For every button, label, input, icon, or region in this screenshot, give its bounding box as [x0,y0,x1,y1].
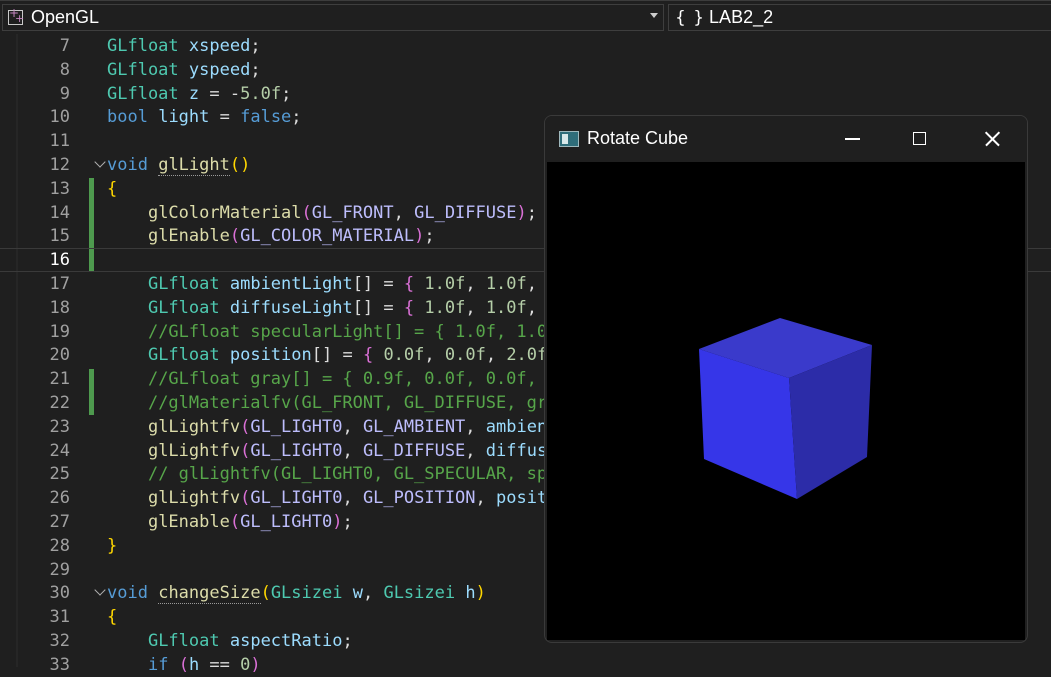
line-number: 22 [49,393,70,413]
line-number: 7 [59,36,70,56]
code-text: GLfloat diffuseLight[] = { 1.0f, 1.0f, [147,297,538,318]
code-text: glLightfv(GL_LIGHT0, GL_AMBIENT, ambien [147,416,548,437]
code-text: { [107,178,118,199]
line-number: 17 [49,274,70,294]
window-title: Rotate Cube [587,128,689,148]
cpp-project-icon: + + [8,5,25,25]
code-text: glEnable(GL_LIGHT0); [147,512,353,532]
line-number: 30 [49,583,70,604]
project-dropdown[interactable]: + + OpenGL [2,4,664,31]
line-number: 8 [59,59,70,80]
code-text: GLfloat position[] = { 0.0f, 0.0f, 2.0f [147,345,548,366]
fold-chevron-icon[interactable] [94,156,106,168]
scope-dropdown[interactable]: { } LAB2_2 [668,4,1051,31]
line-number: 29 [49,559,70,580]
line-number: 18 [49,297,70,318]
code-line[interactable]: 9 GLfloat z = -5.0f; [0,82,1051,106]
line-number: 12 [49,155,70,175]
project-name: OpenGL [31,7,100,27]
line-number: 21 [49,369,70,390]
line-number: 9 [59,83,70,104]
code-text: //glMaterialfv(GL_FRONT, GL_DIFFUSE, gr [147,393,548,413]
line-number: 24 [49,440,70,461]
cube-render [699,318,872,499]
line-number: 28 [49,535,70,556]
code-text: glColorMaterial(GL_FRONT, GL_DIFFUSE); [147,202,537,223]
code-text: //GLfloat specularLight[] = { 1.0f, 1.0 [147,321,548,342]
line-number: 27 [49,512,70,532]
code-text: GLfloat aspectRatio; [147,631,353,651]
line-number: 16 [49,250,70,271]
line-number: 31 [49,607,70,628]
code-text: void glLight() [107,155,251,176]
line-number: 32 [49,631,70,651]
line-number: 20 [49,345,70,366]
code-text: { [107,607,118,628]
code-text: // glLightfv(GL_LIGHT0, GL_SPECULAR, sp [147,464,548,485]
namespace-icon: { } [675,7,706,28]
code-text: GLfloat yspeed; [107,59,261,80]
line-number: 14 [49,202,70,223]
line-number: 15 [49,226,70,247]
code-text: GLfloat xspeed; [107,36,261,56]
window-titlebar[interactable]: Rotate Cube [545,116,1027,162]
line-number: 19 [49,321,70,342]
code-text: void changeSize(GLsizei w, GLsizei h) [107,583,486,605]
chevron-down-icon[interactable] [650,13,658,18]
line-number: 26 [49,488,70,509]
scope-name: LAB2_2 [709,7,774,27]
code-line[interactable]: 33 if (h == 0) [0,653,1051,677]
close-button[interactable] [968,116,1014,162]
app-window-icon [559,131,579,147]
code-text: GLfloat z = -5.0f; [107,83,292,104]
opengl-canvas[interactable] [547,162,1025,640]
navigation-bar: + + OpenGL { } LAB2_2 [0,0,1051,34]
code-text: GLfloat ambientLight[] = { 1.0f, 1.0f, [147,274,538,294]
line-number: 33 [49,654,70,675]
line-number: 13 [49,178,70,199]
code-line[interactable]: 7 GLfloat xspeed; [0,34,1051,58]
line-number: 11 [49,131,70,152]
minimize-button[interactable] [829,116,875,162]
code-text: //GLfloat gray[] = { 0.9f, 0.0f, 0.0f, [147,369,537,390]
maximize-button[interactable] [897,116,943,162]
rotate-cube-window[interactable]: Rotate Cube [544,115,1028,643]
line-number: 23 [49,416,70,437]
code-text: glEnable(GL_COLOR_MATERIAL); [147,226,435,247]
code-text: if (h == 0) [147,654,261,675]
code-text: glLightfv(GL_LIGHT0, GL_POSITION, posit [147,488,548,509]
line-number: 10 [49,107,70,128]
line-number: 25 [49,464,70,485]
code-text: bool light = false; [107,107,302,128]
code-line[interactable]: 8 GLfloat yspeed; [0,58,1051,82]
fold-chevron-icon[interactable] [94,584,106,597]
code-text: } [107,535,118,556]
code-text: glLightfv(GL_LIGHT0, GL_DIFFUSE, diffus [147,440,548,461]
